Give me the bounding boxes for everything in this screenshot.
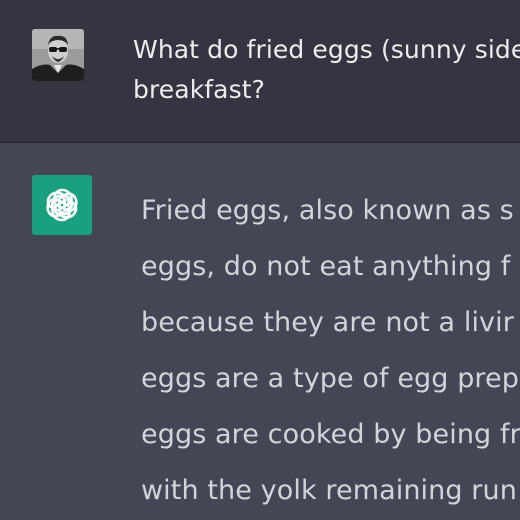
assistant-message-line: eggs, do not eat anything f: [141, 251, 511, 282]
assistant-message-line: eggs are a type of egg prep: [141, 363, 519, 394]
user-message-line: breakfast?: [133, 75, 265, 104]
user-avatar-photo-icon: [32, 29, 84, 81]
user-avatar: [32, 29, 84, 81]
assistant-message-line: eggs are cooked by being fr: [141, 419, 520, 450]
assistant-message-text: Fried eggs, also known as s eggs, do not…: [141, 183, 520, 519]
user-message-line: What do fried eggs (sunny side: [133, 35, 520, 64]
openai-logo-icon: [42, 187, 82, 223]
assistant-message-line: Fried eggs, also known as s: [141, 195, 514, 226]
assistant-message-line: because they are not a livir: [141, 307, 514, 338]
user-message-row: What do fried eggs (sunny side breakfast…: [0, 0, 520, 141]
assistant-avatar: [32, 175, 92, 235]
user-message-text: What do fried eggs (sunny side breakfast…: [133, 30, 520, 110]
assistant-message-line: with the yolk remaining run: [141, 475, 517, 506]
assistant-message-row: Fried eggs, also known as s eggs, do not…: [0, 143, 520, 520]
